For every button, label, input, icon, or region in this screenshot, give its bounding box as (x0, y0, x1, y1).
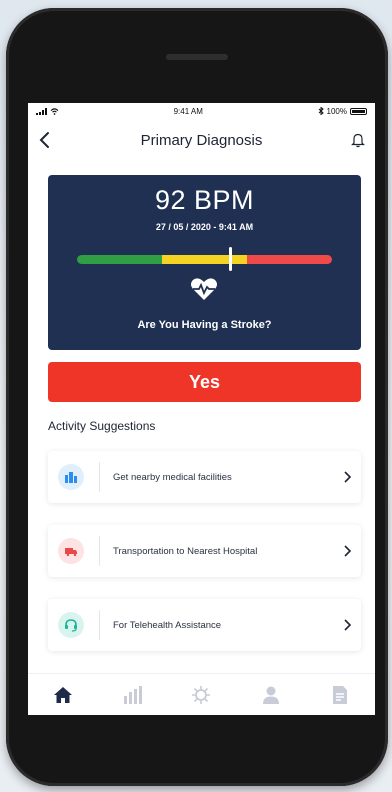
chevron-right-icon (344, 545, 351, 557)
status-bar: 9:41 AM 100% (28, 103, 375, 119)
battery-percent: 100% (326, 106, 347, 116)
home-icon (53, 686, 72, 703)
app-screen: 9:41 AM 100% Primary Diagnosis 92 BPM 27… (28, 103, 375, 715)
risk-gauge (77, 255, 332, 264)
bluetooth-icon (318, 107, 324, 115)
signal-icon (36, 107, 47, 115)
page-title: Primary Diagnosis (140, 131, 263, 149)
heartbeat-icon (191, 278, 217, 300)
reading-datetime: 27 / 05 / 2020 - 9:41 AM (155, 222, 254, 232)
virus-icon (192, 685, 211, 704)
tab-stats[interactable] (117, 680, 147, 710)
status-time: 9:41 AM (173, 106, 203, 116)
tab-home[interactable] (48, 680, 78, 710)
buildings-icon (58, 464, 84, 490)
heart-rate-card: 92 BPM 27 / 05 / 2020 - 9:41 AM Are You … (48, 175, 361, 350)
wifi-icon (50, 107, 59, 115)
suggestion-card-transport[interactable]: Transportation to Nearest Hospital (48, 525, 361, 577)
tab-virus[interactable] (186, 680, 216, 710)
chevron-right-icon (344, 619, 351, 631)
divider (99, 536, 100, 566)
gauge-marker (229, 247, 232, 271)
suggestion-label: Get nearby medical facilities (113, 471, 232, 483)
bpm-value: 92 BPM (154, 185, 255, 215)
suggestion-label: For Telehealth Assistance (113, 619, 222, 631)
divider (99, 462, 100, 492)
divider (99, 610, 100, 640)
tab-profile[interactable] (256, 680, 286, 710)
battery-icon (349, 107, 367, 115)
bar-chart-icon (124, 685, 143, 704)
bell-icon[interactable] (351, 132, 365, 148)
document-icon (333, 685, 348, 704)
activity-section-title: Activity Suggestions (48, 419, 156, 433)
yes-button-label: Yes (188, 371, 221, 392)
suggestion-card-facilities[interactable]: Get nearby medical facilities (48, 451, 361, 503)
gauge-red-segment (247, 255, 332, 264)
gauge-green-segment (77, 255, 162, 264)
stroke-question: Are You Having a Stroke? (137, 319, 272, 331)
profile-icon (262, 686, 279, 704)
top-nav-bar: Primary Diagnosis (28, 123, 375, 157)
phone-frame: 9:41 AM 100% Primary Diagnosis 92 BPM 27… (6, 8, 388, 786)
tab-documents[interactable] (325, 680, 355, 710)
suggestion-card-telehealth[interactable]: For Telehealth Assistance (48, 599, 361, 651)
bottom-tab-bar (28, 673, 375, 715)
gauge-yellow-segment (161, 255, 248, 264)
chevron-left-icon[interactable] (38, 131, 52, 149)
headset-icon (58, 612, 84, 638)
suggestion-label: Transportation to Nearest Hospital (113, 545, 258, 557)
ambulance-icon (58, 538, 84, 564)
chevron-right-icon (344, 471, 351, 483)
yes-button[interactable]: Yes (48, 362, 361, 402)
phone-speaker (166, 54, 228, 60)
